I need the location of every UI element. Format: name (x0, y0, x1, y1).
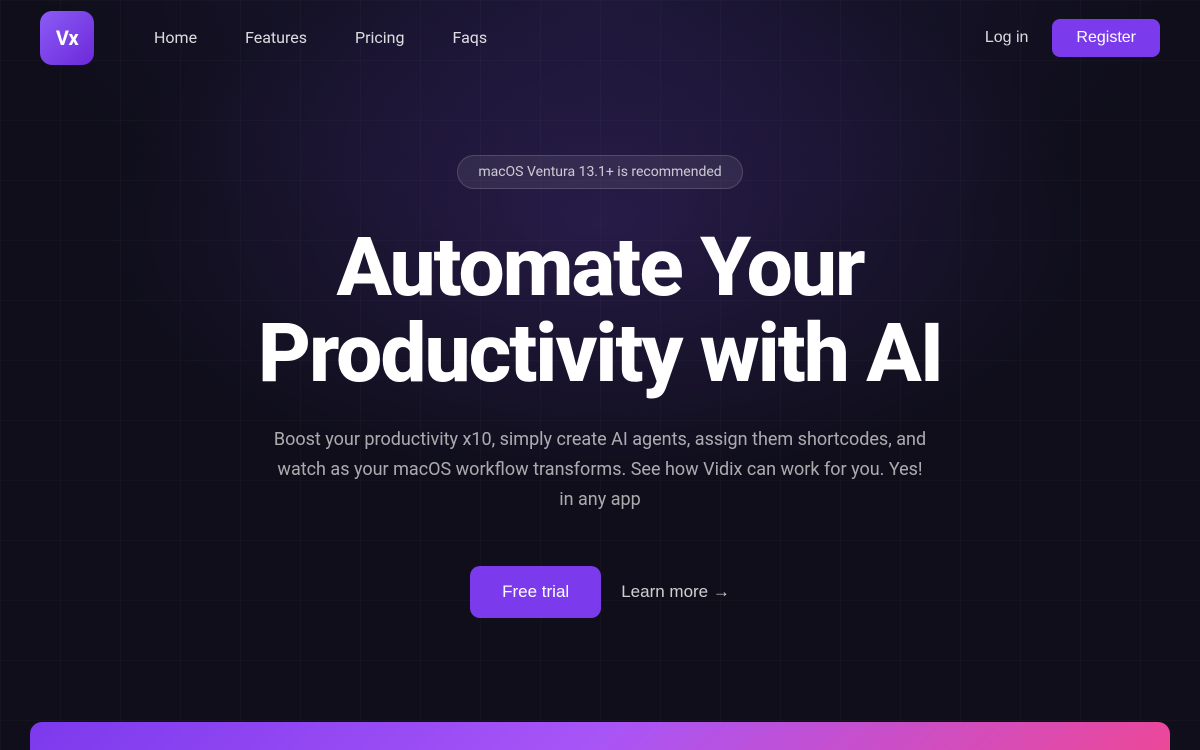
nav-home[interactable]: Home (154, 28, 197, 47)
os-badge: macOS Ventura 13.1+ is recommended (457, 155, 742, 189)
hero-title: Automate Your Productivity with AI (258, 225, 942, 397)
login-button[interactable]: Log in (985, 29, 1029, 47)
hero-title-line2: Productivity with AI (258, 306, 942, 402)
navbar: Vx Home Features Pricing Faqs Log in Reg… (0, 0, 1200, 75)
learn-more-button[interactable]: Learn more → (621, 582, 730, 602)
nav-links: Home Features Pricing Faqs (154, 28, 487, 47)
hero-subtitle: Boost your productivity x10, simply crea… (270, 425, 930, 514)
bottom-bar (30, 722, 1170, 750)
nav-faqs[interactable]: Faqs (453, 28, 488, 47)
hero-section: macOS Ventura 13.1+ is recommended Autom… (0, 75, 1200, 618)
hero-title-line1: Automate Your (336, 220, 863, 316)
nav-right: Log in Register (985, 19, 1160, 57)
cta-group: Free trial Learn more → (470, 566, 730, 618)
nav-pricing[interactable]: Pricing (355, 28, 405, 47)
free-trial-button[interactable]: Free trial (470, 566, 601, 618)
nav-features[interactable]: Features (245, 28, 307, 47)
nav-left: Vx Home Features Pricing Faqs (40, 11, 487, 65)
register-button[interactable]: Register (1052, 19, 1160, 57)
logo[interactable]: Vx (40, 11, 94, 65)
